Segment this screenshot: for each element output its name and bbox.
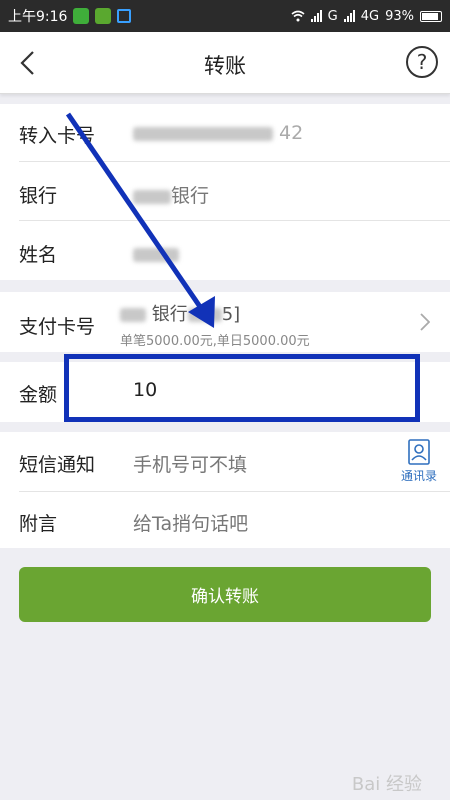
annotation-arrow [65,112,215,328]
watermark: Bai 经验 [351,774,422,795]
